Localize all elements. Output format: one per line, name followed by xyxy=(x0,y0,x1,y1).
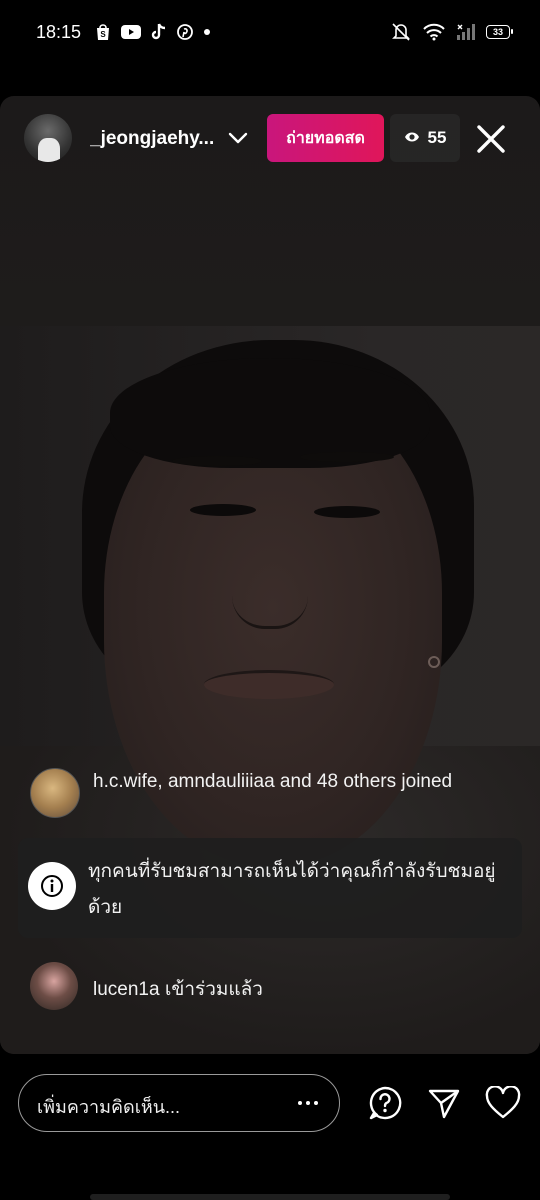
mouth xyxy=(204,670,334,699)
avatar[interactable] xyxy=(30,962,78,1010)
info-icon xyxy=(28,862,76,910)
joined-summary-row: h.c.wife, amndauliiiaa and 48 others joi… xyxy=(30,766,510,826)
chevron-down-icon[interactable] xyxy=(226,126,250,150)
join-comment-text: lucen1a เข้าร่วมแล้ว xyxy=(93,979,263,1000)
mute-icon xyxy=(390,22,412,42)
wifi-icon xyxy=(422,23,446,41)
comment-input[interactable]: เพิ่มความคิดเห็น... xyxy=(18,1074,340,1132)
notice-text: ทุกคนที่รับชมสามารถเห็นได้ว่าคุณก็กำลังร… xyxy=(88,861,496,918)
pinterest-icon xyxy=(177,24,193,40)
shopee-icon: S xyxy=(95,23,111,41)
live-header: _jeongjaehy... ถ่ายทอดสด 55 xyxy=(0,108,540,170)
question-icon[interactable] xyxy=(366,1084,404,1122)
home-indicator[interactable] xyxy=(90,1194,450,1200)
viewer-count[interactable]: 55 xyxy=(390,114,460,162)
battery-icon: 33 xyxy=(486,25,513,39)
send-icon[interactable] xyxy=(425,1084,463,1122)
host-username[interactable]: _jeongjaehy... xyxy=(90,128,220,150)
comment-input-placeholder: เพิ่มความคิดเห็น... xyxy=(37,1097,181,1117)
status-bar: 18:15 S 33 xyxy=(0,0,540,64)
video-subject-fringe xyxy=(110,358,430,468)
earring xyxy=(428,656,440,668)
eye-icon xyxy=(404,128,420,148)
close-icon xyxy=(477,125,505,153)
live-badge: ถ่ายทอดสด xyxy=(267,114,384,162)
right-brow xyxy=(300,452,394,462)
status-right: 33 xyxy=(390,22,513,42)
close-button[interactable] xyxy=(472,120,510,158)
right-eye xyxy=(314,506,380,518)
svg-text:S: S xyxy=(100,30,106,39)
more-options-icon[interactable] xyxy=(293,1091,323,1115)
viewer-count-number: 55 xyxy=(427,128,447,147)
join-comment-row: lucen1a เข้าร่วมแล้ว xyxy=(30,962,510,1012)
dot-icon xyxy=(203,28,211,36)
left-eye xyxy=(190,504,256,516)
avatar[interactable] xyxy=(30,768,80,818)
joined-summary-text: h.c.wife, amndauliiiaa and 48 others joi… xyxy=(93,771,453,792)
viewer-notice: ทุกคนที่รับชมสามารถเห็นได้ว่าคุณก็กำลังร… xyxy=(18,838,522,938)
status-time: 18:15 xyxy=(36,21,82,42)
heart-icon[interactable] xyxy=(484,1084,522,1122)
tiktok-icon xyxy=(151,23,167,41)
youtube-icon xyxy=(121,25,142,39)
left-brow xyxy=(172,456,262,466)
signal-icon xyxy=(456,23,476,41)
host-avatar[interactable] xyxy=(24,114,72,162)
status-left: 18:15 S xyxy=(36,22,211,43)
